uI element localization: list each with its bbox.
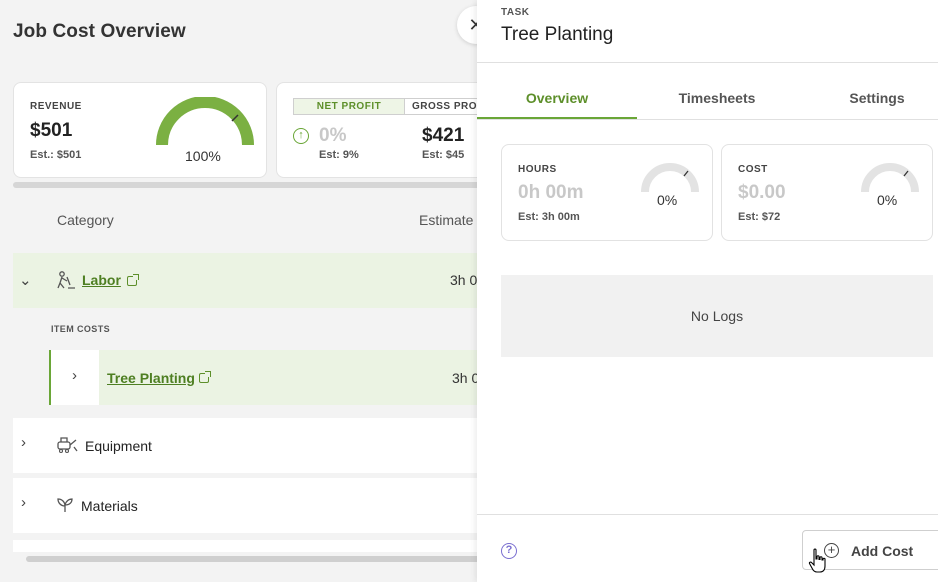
item-costs-label: ITEM COSTS: [51, 324, 111, 334]
add-cost-label: Add Cost: [851, 543, 914, 559]
table-row-equipment[interactable]: › Equipment: [13, 418, 483, 473]
page-title: Job Cost Overview: [13, 21, 186, 42]
net-profit-estimate: Est: 9%: [319, 149, 359, 161]
table-row-tree-planting[interactable]: › Tree Planting 3h 0: [49, 350, 485, 405]
cost-label: COST: [738, 164, 768, 175]
cost-gauge: [861, 163, 919, 193]
external-link-icon[interactable]: [199, 371, 211, 383]
table-row-materials[interactable]: › Materials: [13, 478, 483, 533]
gross-profit-value: $421: [422, 125, 465, 146]
leaf-icon: [57, 498, 73, 512]
chevron-right-icon[interactable]: ›: [72, 367, 77, 384]
tab-net-profit[interactable]: NET PROFIT: [293, 98, 405, 115]
profit-card: NET PROFIT GROSS PRO ↑ 0% Est: 9% $421 E…: [276, 82, 496, 178]
materials-label: Materials: [81, 498, 138, 514]
hours-estimate: Est: 3h 00m: [518, 211, 580, 223]
revenue-gauge: [156, 97, 254, 146]
cost-estimate: Est: $72: [738, 211, 781, 223]
revenue-card: REVENUE $501 Est.: $501 100%: [13, 82, 267, 178]
divider: [477, 62, 938, 63]
tab-timesheets[interactable]: Timesheets: [637, 90, 797, 106]
hours-gauge: [641, 163, 699, 193]
labor-link[interactable]: Labor: [82, 272, 121, 288]
tab-settings[interactable]: Settings: [797, 90, 938, 106]
cost-percent: 0%: [877, 192, 898, 208]
task-drawer: TASK Tree Planting Overview Timesheets S…: [477, 0, 938, 582]
table-scrollbar[interactable]: [26, 556, 486, 562]
chevron-right-icon[interactable]: ›: [21, 494, 26, 511]
column-category: Category: [57, 212, 114, 228]
cost-card: COST $0.00 Est: $72 0%: [721, 144, 933, 241]
tree-planting-estimate: 3h 0: [452, 370, 480, 386]
gross-profit-estimate: Est: $45: [422, 149, 465, 161]
hours-percent: 0%: [657, 192, 678, 208]
hours-card: HOURS 0h 00m Est: 3h 00m 0%: [501, 144, 713, 241]
help-icon[interactable]: ?: [501, 543, 517, 559]
drawer-eyebrow: TASK: [501, 7, 530, 18]
revenue-percent: 100%: [185, 148, 221, 164]
hours-value: 0h 00m: [518, 182, 584, 203]
net-profit-value: 0%: [319, 125, 347, 146]
table-row-partial: [13, 540, 483, 552]
divider: [477, 119, 938, 120]
worker-icon: [57, 271, 75, 289]
labor-estimate: 3h 0: [450, 272, 478, 288]
plus-circle-icon: +: [824, 543, 839, 558]
tab-gross-profit[interactable]: GROSS PRO: [404, 98, 484, 115]
equipment-label: Equipment: [85, 438, 152, 454]
column-estimate: Estimate: [419, 212, 474, 228]
revenue-value: $501: [30, 120, 73, 141]
chevron-down-icon[interactable]: ⌄: [19, 271, 32, 289]
tab-overview[interactable]: Overview: [477, 90, 637, 106]
hand-pointer-icon: [808, 548, 826, 573]
cost-value: $0.00: [738, 182, 786, 203]
cards-scrollbar[interactable]: [13, 182, 483, 188]
revenue-estimate: Est.: $501: [30, 149, 82, 161]
external-link-icon[interactable]: [127, 274, 139, 286]
equipment-icon: [57, 437, 78, 454]
table-row-labor[interactable]: ⌄ Labor 3h 0: [13, 253, 483, 308]
arrow-up-icon: ↑: [293, 128, 309, 144]
tree-planting-link[interactable]: Tree Planting: [107, 370, 195, 386]
no-logs-panel: No Logs: [501, 275, 933, 357]
divider: [477, 514, 938, 515]
hours-label: HOURS: [518, 164, 557, 175]
chevron-right-icon[interactable]: ›: [21, 434, 26, 451]
revenue-label: REVENUE: [30, 101, 82, 112]
drawer-title: Tree Planting: [501, 24, 614, 45]
